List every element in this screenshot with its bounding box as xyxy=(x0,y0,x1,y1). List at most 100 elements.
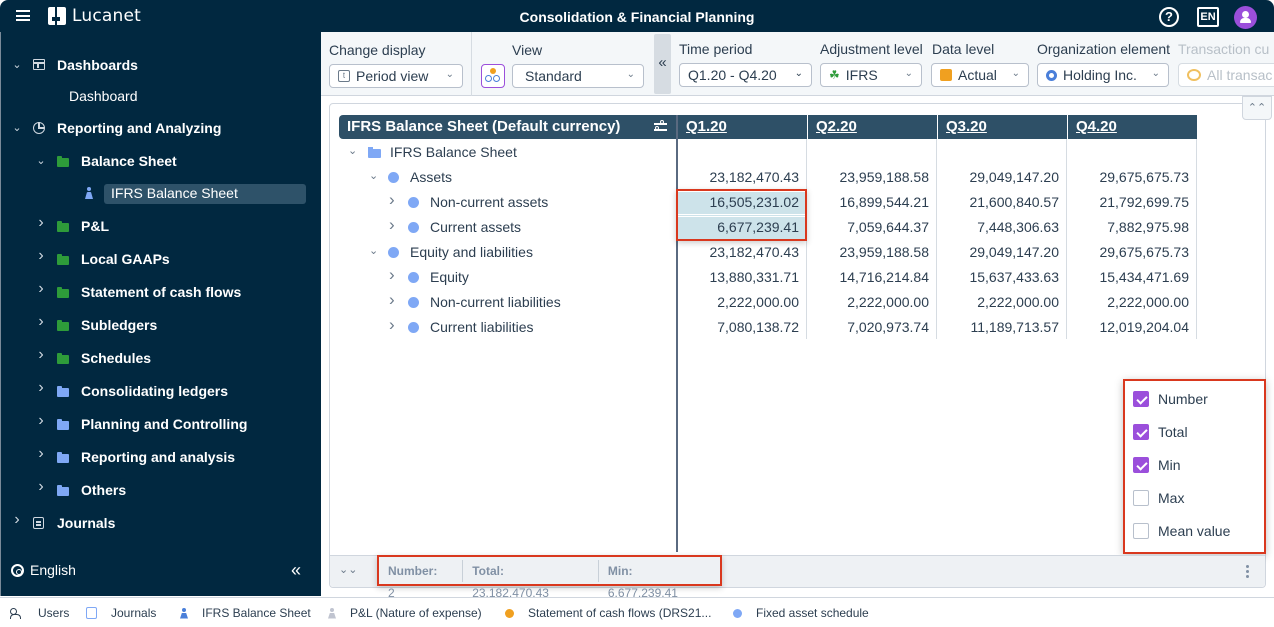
table-cell[interactable]: 16,899,544.21 xyxy=(809,194,929,210)
user-avatar[interactable] xyxy=(1234,6,1257,29)
column-header-q2-20[interactable]: Q2.20 xyxy=(807,115,937,139)
sidebar-item-dashboards[interactable]: ⌄ Dashboards xyxy=(1,53,321,77)
table-cell[interactable]: 2,222,000.00 xyxy=(1069,294,1189,310)
view-settings-icon[interactable] xyxy=(481,64,505,88)
chevron-right-icon[interactable]: › xyxy=(35,313,47,331)
help-icon[interactable]: ? xyxy=(1159,7,1179,27)
column-header-q4-20[interactable]: Q4.20 xyxy=(1067,115,1197,139)
chevron-right-icon[interactable]: › xyxy=(35,478,47,496)
table-cell[interactable]: 23,182,470.43 xyxy=(679,244,799,260)
table-cell[interactable]: 13,880,331.71 xyxy=(679,269,799,285)
filter-settings-icon[interactable] xyxy=(654,120,667,133)
open-tab-p-l-nature-of-expense[interactable]: P&L (Nature of expense) xyxy=(328,606,482,620)
chevron-down-icon[interactable]: ⌄ xyxy=(369,169,378,182)
checkbox[interactable] xyxy=(1133,523,1149,539)
checkbox[interactable] xyxy=(1133,490,1149,506)
chevron-right-icon[interactable]: › xyxy=(389,315,395,335)
sidebar-item-consolidating-ledgers[interactable]: › Consolidating ledgers xyxy=(1,379,321,403)
sidebar-item-reporting-and-analysis[interactable]: › Reporting and analysis xyxy=(1,445,321,469)
table-cell[interactable]: 29,049,147.20 xyxy=(939,244,1059,260)
sidebar-item-reporting-and-analyzing[interactable]: ⌄ Reporting and Analyzing xyxy=(1,116,321,140)
sidebar-item-schedules[interactable]: › Schedules xyxy=(1,346,321,370)
table-cell[interactable]: 2,222,000.00 xyxy=(679,294,799,310)
open-tab-statement-of-cash-flows-drs21[interactable]: Statement of cash flows (DRS21... xyxy=(505,606,711,620)
open-tab-ifrs-balance-sheet[interactable]: IFRS Balance Sheet xyxy=(180,606,311,620)
sidebar-item-p-l[interactable]: › P&L xyxy=(1,214,321,238)
checkbox[interactable] xyxy=(1133,424,1149,440)
row-label[interactable]: Assets xyxy=(410,169,452,185)
sidebar-item-ifrs-balance-sheet[interactable]: IFRS Balance Sheet xyxy=(1,181,321,205)
sidebar-item-others[interactable]: › Others xyxy=(1,478,321,502)
sidebar-item-subledgers[interactable]: › Subledgers xyxy=(1,313,321,337)
chevron-right-icon[interactable]: › xyxy=(35,379,47,397)
row-label[interactable]: IFRS Balance Sheet xyxy=(390,144,517,160)
row-label[interactable]: Current liabilities xyxy=(430,319,533,335)
stat-option-max[interactable]: Max xyxy=(1133,489,1184,507)
frozen-column-divider[interactable] xyxy=(676,115,678,552)
open-tab-fixed-asset-schedule[interactable]: Fixed asset schedule xyxy=(733,606,869,620)
language-selector[interactable]: English xyxy=(30,562,76,578)
column-header-q3-20[interactable]: Q3.20 xyxy=(937,115,1067,139)
collapse-sidebar-button[interactable]: « xyxy=(291,560,301,581)
open-tab-users[interactable]: Users xyxy=(10,606,69,620)
table-cell[interactable]: 2,222,000.00 xyxy=(939,294,1059,310)
more-options-icon[interactable] xyxy=(1246,565,1249,580)
stat-option-number[interactable]: Number xyxy=(1133,390,1208,408)
chevron-down-icon[interactable]: ⌄ xyxy=(369,244,378,257)
data-level-select[interactable]: Actual ⌄ xyxy=(931,63,1029,87)
chevron-right-icon[interactable]: › xyxy=(389,265,395,285)
chevron-right-icon[interactable]: › xyxy=(35,346,47,364)
chevron-right-icon[interactable]: › xyxy=(35,247,47,265)
table-cell[interactable]: 7,059,644.37 xyxy=(809,219,929,235)
adjustment-level-select[interactable]: ☘ IFRS ⌄ xyxy=(820,63,922,87)
sidebar-item-balance-sheet[interactable]: ⌄ Balance Sheet xyxy=(1,149,321,173)
chevron-down-icon[interactable]: ⌄ xyxy=(35,154,47,167)
chevron-down-icon[interactable]: ⌄ xyxy=(11,58,23,71)
table-cell[interactable]: 29,049,147.20 xyxy=(939,169,1059,185)
change-display-select[interactable]: t Period view ⌄ xyxy=(329,64,463,88)
chevron-right-icon[interactable]: › xyxy=(389,190,395,210)
table-cell[interactable]: 7,882,975.98 xyxy=(1069,219,1189,235)
table-cell[interactable]: 21,792,699.75 xyxy=(1069,194,1189,210)
table-cell[interactable]: 7,448,306.63 xyxy=(939,219,1059,235)
table-cell[interactable]: 15,637,433.63 xyxy=(939,269,1059,285)
settings-gear-icon[interactable] xyxy=(11,564,24,577)
stat-option-min[interactable]: Min xyxy=(1133,456,1181,474)
table-cell[interactable]: 21,600,840.57 xyxy=(939,194,1059,210)
chevron-right-icon[interactable]: › xyxy=(11,511,23,529)
view-select[interactable]: Standard ⌄ xyxy=(512,64,644,88)
table-cell[interactable]: 11,189,713.57 xyxy=(939,319,1060,335)
checkbox[interactable] xyxy=(1133,391,1149,407)
row-label[interactable]: Non-current liabilities xyxy=(430,294,561,310)
table-cell[interactable]: 15,434,471.69 xyxy=(1069,269,1189,285)
organization-element-select[interactable]: Holding Inc. ⌄ xyxy=(1037,63,1169,87)
transaction-currency-select[interactable]: All transac xyxy=(1178,63,1274,87)
table-cell[interactable]: 14,716,214.84 xyxy=(809,269,929,285)
chevron-down-icon[interactable]: ⌄ xyxy=(348,144,357,157)
chevron-right-icon[interactable]: › xyxy=(389,215,395,235)
sidebar-item-dashboard[interactable]: Dashboard xyxy=(1,84,321,108)
table-cell[interactable]: 12,019,204.04 xyxy=(1069,319,1189,335)
row-label[interactable]: Current assets xyxy=(430,219,521,235)
sidebar-item-local-gaaps[interactable]: › Local GAAPs xyxy=(1,247,321,271)
table-cell[interactable]: 23,182,470.43 xyxy=(679,169,799,185)
table-cell[interactable]: 23,959,188.58 xyxy=(809,244,929,260)
table-cell[interactable]: 23,959,188.58 xyxy=(809,169,929,185)
checkbox[interactable] xyxy=(1133,457,1149,473)
row-label[interactable]: Equity and liabilities xyxy=(410,244,533,260)
sidebar-item-planning-and-controlling[interactable]: › Planning and Controlling xyxy=(1,412,321,436)
stat-option-mean-value[interactable]: Mean value xyxy=(1133,522,1230,540)
chevron-right-icon[interactable]: › xyxy=(35,445,47,463)
collapse-status-bar-icon[interactable]: ⌄⌄ xyxy=(339,563,357,576)
time-period-select[interactable]: Q1.20 - Q4.20 ⌄ xyxy=(679,63,812,87)
chevron-right-icon[interactable]: › xyxy=(389,290,395,310)
chevron-right-icon[interactable]: › xyxy=(35,280,47,298)
row-label[interactable]: Non-current assets xyxy=(430,194,548,210)
table-cell[interactable]: 7,080,138.72 xyxy=(679,319,799,335)
table-cell[interactable]: 29,675,675.73 xyxy=(1069,169,1189,185)
table-cell[interactable]: 29,675,675.73 xyxy=(1069,244,1189,260)
chevron-right-icon[interactable]: › xyxy=(35,214,47,232)
row-label[interactable]: Equity xyxy=(430,269,469,285)
stat-option-total[interactable]: Total xyxy=(1133,423,1188,441)
chevron-right-icon[interactable]: › xyxy=(35,412,47,430)
